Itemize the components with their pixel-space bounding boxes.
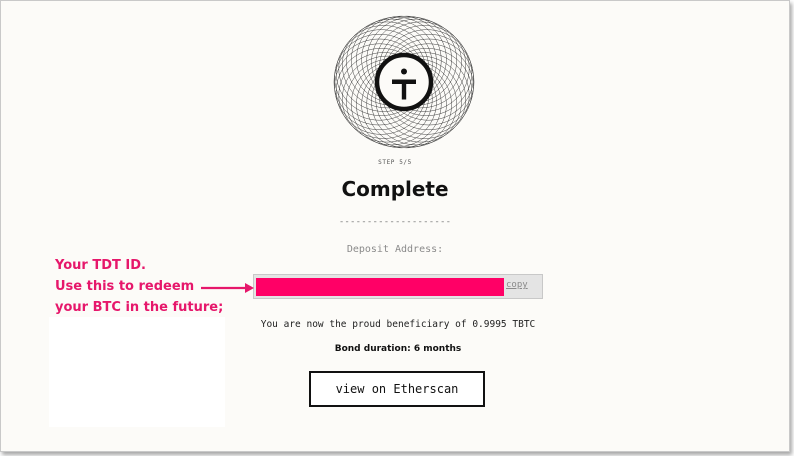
blank-overlay: [49, 317, 225, 427]
logo-spirograph: [329, 11, 479, 153]
view-on-etherscan-button[interactable]: view on Etherscan: [309, 371, 485, 407]
tbtc-logo-icon: [333, 15, 475, 149]
copy-button[interactable]: copy: [506, 280, 528, 290]
deposit-address-field[interactable]: copy: [253, 274, 543, 299]
screenshot-frame: STEP 5/5 Complete -------------------- D…: [0, 0, 790, 452]
annotation-line: Your TDT ID.: [55, 258, 146, 273]
arrow-right-icon: [201, 283, 254, 293]
deposit-address-label: Deposit Address:: [346, 244, 444, 255]
page-title: Complete: [341, 177, 449, 201]
address-redaction: [256, 278, 504, 296]
annotation-line: your BTC in the future;: [55, 300, 224, 315]
title-divider: --------------------: [338, 217, 452, 227]
step-indicator: STEP 5/5: [378, 159, 412, 166]
